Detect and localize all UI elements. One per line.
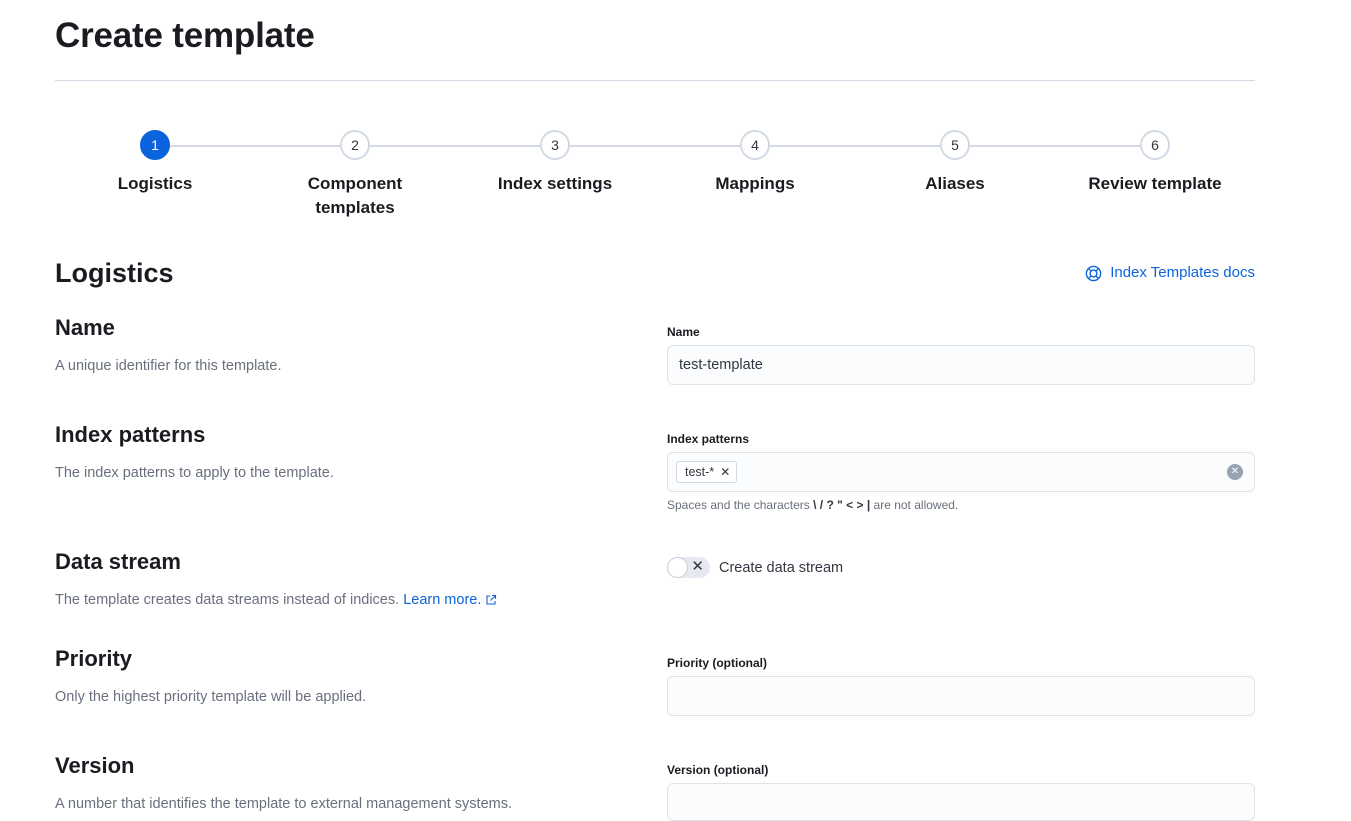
step-review-template[interactable]: 6 Review template bbox=[1055, 128, 1255, 196]
docs-link-label: Index Templates docs bbox=[1110, 264, 1255, 281]
remove-pill-icon[interactable]: ✕ bbox=[720, 466, 730, 478]
section-title: Logistics bbox=[55, 258, 174, 288]
index-patterns-combobox[interactable]: test-* ✕ ✕ bbox=[667, 452, 1255, 492]
data-stream-field: ✕ Create data stream bbox=[667, 557, 1255, 578]
external-link-icon bbox=[486, 594, 497, 605]
step-logistics[interactable]: 1 Logistics bbox=[55, 128, 255, 196]
step-title: Aliases bbox=[925, 174, 985, 193]
name-field: Name bbox=[667, 324, 1255, 385]
pill-label: test-* bbox=[685, 465, 715, 479]
index-patterns-help: Spaces and the characters \ / ? " < > | … bbox=[667, 497, 1255, 513]
step-mappings[interactable]: 4 Mappings bbox=[655, 128, 855, 196]
step-title: Component templates bbox=[307, 174, 403, 217]
step-number: 4 bbox=[740, 130, 770, 160]
learn-more-link[interactable]: Learn more. bbox=[403, 592, 497, 608]
version-label: Version (optional) bbox=[667, 763, 769, 777]
step-title: Mappings bbox=[715, 174, 795, 193]
data-stream-toggle[interactable]: ✕ bbox=[667, 557, 710, 578]
step-component-templates[interactable]: 2 Component templates bbox=[255, 128, 455, 220]
step-title: Logistics bbox=[117, 174, 193, 193]
help-prefix: Spaces and the characters bbox=[667, 498, 810, 512]
toggle-knob bbox=[667, 557, 688, 578]
help-lifebuoy-icon bbox=[1085, 265, 1102, 281]
priority-label: Priority (optional) bbox=[667, 656, 767, 670]
priority-input[interactable] bbox=[667, 676, 1255, 716]
step-index-settings[interactable]: 3 Index settings bbox=[455, 128, 655, 196]
priority-field: Priority (optional) bbox=[667, 655, 1255, 716]
name-label: Name bbox=[667, 325, 700, 339]
name-input[interactable] bbox=[667, 345, 1255, 385]
docs-link[interactable]: Index Templates docs bbox=[1085, 262, 1255, 284]
steps-nav: 1 Logistics 2 Component templates 3 Inde… bbox=[55, 128, 1255, 228]
step-title: Index settings bbox=[497, 174, 613, 193]
learn-more-label: Learn more. bbox=[403, 592, 482, 608]
index-patterns-field: Index patterns test-* ✕ ✕ Spaces and the… bbox=[667, 431, 1255, 513]
index-patterns-label: Index patterns bbox=[667, 432, 750, 446]
clear-icon[interactable]: ✕ bbox=[1227, 464, 1243, 480]
step-number: 5 bbox=[940, 130, 970, 160]
help-suffix: are not allowed. bbox=[873, 498, 959, 512]
toggle-off-icon: ✕ bbox=[691, 558, 704, 575]
help-chars: \ / ? " < > | bbox=[813, 498, 871, 512]
step-title: Review template bbox=[1088, 174, 1222, 193]
version-input[interactable] bbox=[667, 783, 1255, 821]
title-divider bbox=[55, 80, 1255, 81]
data-stream-toggle-label: Create data stream bbox=[719, 559, 844, 576]
version-field: Version (optional) bbox=[667, 762, 1255, 821]
step-aliases[interactable]: 5 Aliases bbox=[855, 128, 1055, 196]
step-number: 3 bbox=[540, 130, 570, 160]
step-number: 1 bbox=[140, 130, 170, 160]
index-pattern-pill: test-* ✕ bbox=[676, 461, 738, 483]
data-stream-description-text: The template creates data streams instea… bbox=[55, 592, 400, 608]
data-stream-description: The template creates data streams instea… bbox=[55, 590, 1255, 610]
page-title: Create template bbox=[55, 16, 315, 55]
step-number: 2 bbox=[340, 130, 370, 160]
step-number: 6 bbox=[1140, 130, 1170, 160]
